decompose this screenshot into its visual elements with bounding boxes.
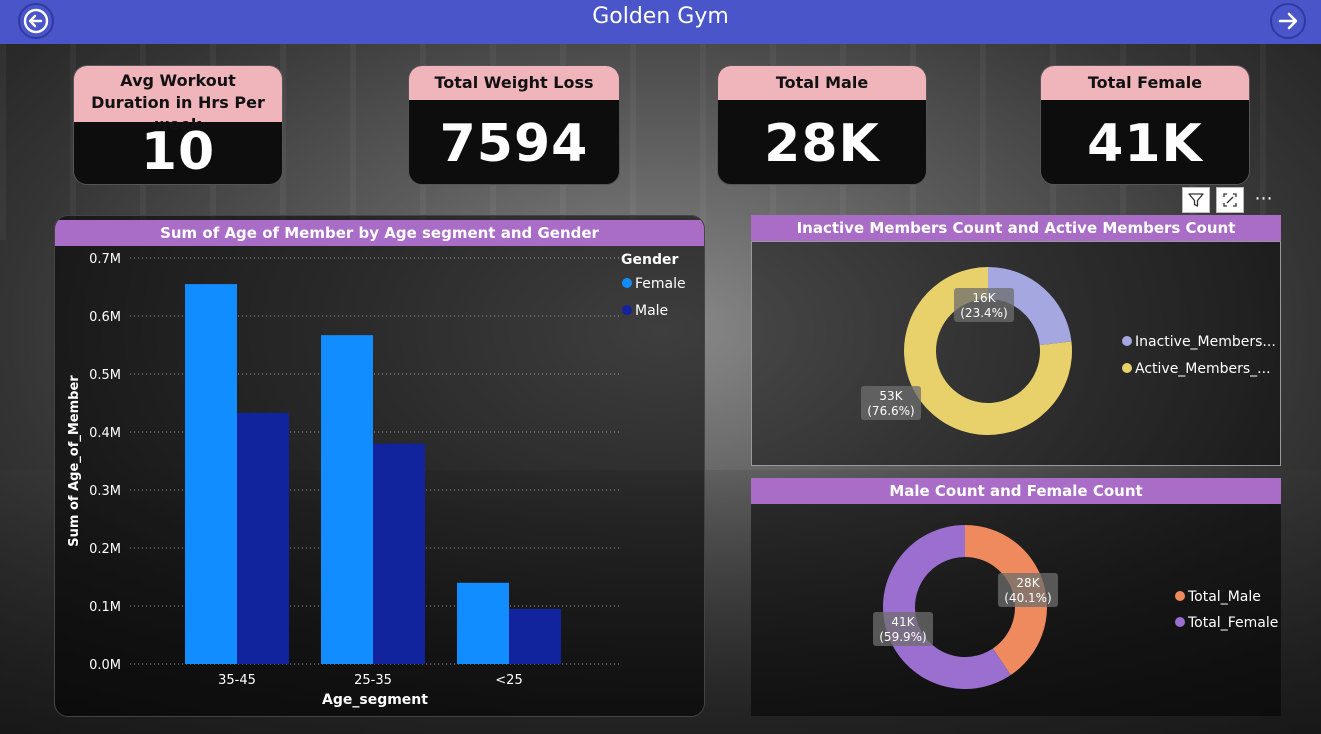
donut-data-label: 28K(40.1%) — [998, 573, 1058, 607]
filter-button[interactable] — [1182, 187, 1210, 213]
bar-chart-panel: Sum of Age of Member by Age segment and … — [54, 215, 705, 717]
more-options-button[interactable]: ⋯ — [1250, 187, 1278, 213]
kpi-card-avg-workout: Avg Workout Duration in Hrs Per week 10 — [73, 65, 283, 185]
focus-mode-icon — [1223, 193, 1237, 207]
y-axis-label: Sum of Age_of_Member — [67, 375, 82, 547]
legend-marker — [1122, 336, 1132, 346]
data-label-value: 41K — [891, 615, 915, 629]
data-label-value: 16K — [972, 291, 996, 305]
x-tick-label: 25-35 — [354, 673, 392, 688]
y-tick-label: 0.4M — [89, 426, 121, 441]
legend-marker — [1122, 363, 1132, 373]
y-tick-label: 0.2M — [89, 542, 121, 557]
bar-female-0[interactable] — [185, 284, 237, 664]
y-tick-label: 0.5M — [89, 368, 121, 383]
arrow-left-circle-icon — [23, 8, 49, 34]
page-title: Golden Gym — [592, 4, 729, 29]
kpi-value: 28K — [764, 114, 880, 174]
bar-male-1[interactable] — [373, 443, 425, 664]
legend-title: Gender — [621, 252, 678, 268]
legend-item-female[interactable]: Female — [635, 276, 686, 292]
bar-male-2[interactable] — [509, 608, 561, 664]
donut-chart-active-inactive: 16K(23.4%) 53K(76.6%) Inactive_Members... A… — [861, 267, 1276, 435]
header-bar: Golden Gym — [0, 0, 1321, 44]
legend-marker — [1175, 617, 1185, 627]
donut2-panel: 28K (40.1%) 41K (59.9%) Total_Male Total_Fema… — [751, 504, 1281, 716]
kpi-label: Total Weight Loss — [409, 66, 619, 100]
x-axis-label: Age_segment — [322, 692, 428, 708]
data-label-value: 53K — [879, 389, 903, 403]
legend-marker — [622, 305, 632, 315]
next-button[interactable] — [1270, 3, 1306, 39]
legend-item[interactable]: Total_Male — [1187, 589, 1261, 605]
y-tick-label: 0.0M — [89, 658, 121, 673]
donut-chart-male-female: 28K(40.1%) 41K(59.9%) Total_Male Total_Fema… — [873, 525, 1278, 689]
donut1-title: Inactive Members Count and Active Member… — [751, 215, 1281, 241]
legend-item-male[interactable]: Male — [635, 303, 668, 319]
x-tick-label: <25 — [495, 673, 522, 688]
kpi-label: Avg Workout Duration in Hrs Per week — [74, 66, 282, 134]
more-options-icon: ⋯ — [1254, 188, 1274, 209]
y-tick-label: 0.7M — [89, 252, 121, 267]
x-tick-label: 35-45 — [218, 673, 256, 688]
back-button[interactable] — [18, 3, 54, 39]
data-label-percent: (23.4%) — [960, 306, 1007, 320]
y-tick-label: 0.3M — [89, 484, 121, 499]
bar-male-0[interactable] — [237, 412, 289, 664]
data-label-percent: (40.1%) — [1004, 591, 1051, 605]
data-label-percent: (59.9%) — [879, 630, 926, 644]
data-label-percent: (76.6%) — [867, 404, 914, 418]
kpi-card-weight-loss: Total Weight Loss 7594 — [408, 65, 620, 185]
bar-chart: 0.0M 0.1M 0.2M 0.3M 0.4M 0.5M 0.6M 0.7M 35-45 25-… — [67, 252, 686, 708]
bar-chart-title: Sum of Age of Member by Age segment and … — [55, 220, 704, 246]
legend-marker — [1175, 591, 1185, 601]
donut-data-label: 16K(23.4%) — [954, 288, 1014, 322]
y-tick-label: 0.1M — [89, 600, 121, 615]
donut1-panel: 16K (23.4%) 53K (76.6%) Inactive_Members... A… — [751, 241, 1281, 466]
kpi-label: Total Male — [718, 66, 926, 100]
data-label-value: 28K — [1016, 576, 1040, 590]
donut2-title: Male Count and Female Count — [751, 478, 1281, 504]
donut-data-label: 41K(59.9%) — [873, 612, 933, 646]
legend-item[interactable]: Active_Members_... — [1135, 361, 1271, 377]
kpi-card-total-female: Total Female 41K — [1040, 65, 1250, 185]
kpi-label: Total Female — [1041, 66, 1249, 100]
bar-female-1[interactable] — [321, 335, 373, 664]
kpi-card-total-male: Total Male 28K — [717, 65, 927, 185]
kpi-value: 10 — [140, 122, 216, 182]
legend-item[interactable]: Inactive_Members... — [1135, 334, 1276, 350]
bar-female-2[interactable] — [457, 582, 509, 664]
focus-mode-button[interactable] — [1216, 187, 1244, 213]
y-tick-label: 0.6M — [89, 310, 121, 325]
arrow-right-icon — [1278, 12, 1298, 30]
filter-icon — [1188, 193, 1204, 207]
donut-data-label: 53K(76.6%) — [861, 386, 921, 420]
kpi-value: 41K — [1087, 114, 1203, 174]
legend-marker — [622, 278, 632, 288]
kpi-value: 7594 — [439, 114, 589, 174]
legend-item[interactable]: Total_Female — [1187, 615, 1278, 631]
